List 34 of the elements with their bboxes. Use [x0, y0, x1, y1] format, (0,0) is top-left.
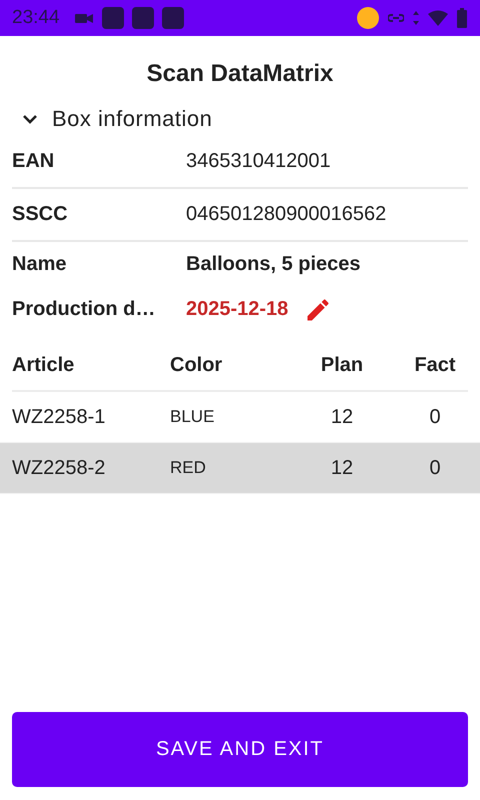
- table-cell-text: RED: [170, 458, 207, 478]
- screen-title: Scan DataMatrix: [146, 60, 334, 88]
- column-header: Article: [12, 354, 76, 376]
- status-time: 23:44: [12, 7, 60, 29]
- wifi-icon: [428, 10, 448, 26]
- notification-icon: [132, 7, 154, 29]
- field-label: Production d…: [12, 298, 156, 321]
- save-button[interactable]: SAVE AND EXIT: [12, 712, 468, 787]
- link-icon: [388, 13, 404, 23]
- data-arrows-icon: [412, 10, 420, 26]
- field-label: Name: [12, 253, 68, 276]
- section-toggle[interactable]: Box information: [12, 102, 468, 136]
- table-cell-text: 12: [330, 406, 354, 428]
- notification-icon: [102, 7, 124, 29]
- table-cell-text: BLUE: [170, 407, 216, 427]
- status-dot-icon: [356, 6, 380, 30]
- field-label: EAN: [12, 150, 56, 173]
- column-header: Color: [170, 354, 224, 376]
- table-cell-text: WZ2258-2: [12, 456, 106, 480]
- table-cell-text: WZ2258-1: [12, 406, 106, 428]
- table-cell-text: 0: [428, 456, 442, 480]
- field-label: SSCC: [12, 203, 69, 226]
- table-row[interactable]: WZ2258-2 RED 12 0: [0, 443, 480, 494]
- field-value: Balloons, 5 pieces: [186, 253, 361, 276]
- video-camera-icon: [74, 11, 94, 25]
- table-cell-text: 12: [330, 456, 354, 480]
- field-value: 3465310412001: [186, 150, 331, 173]
- battery-icon: [456, 8, 468, 28]
- notification-icon: [162, 7, 184, 29]
- field-value: 2025-12-18: [186, 298, 288, 321]
- column-header: Fact: [413, 354, 457, 376]
- table-cell-text: 0: [428, 406, 442, 428]
- field-value: 046501280900016562: [186, 203, 386, 226]
- column-header: Plan: [320, 354, 364, 376]
